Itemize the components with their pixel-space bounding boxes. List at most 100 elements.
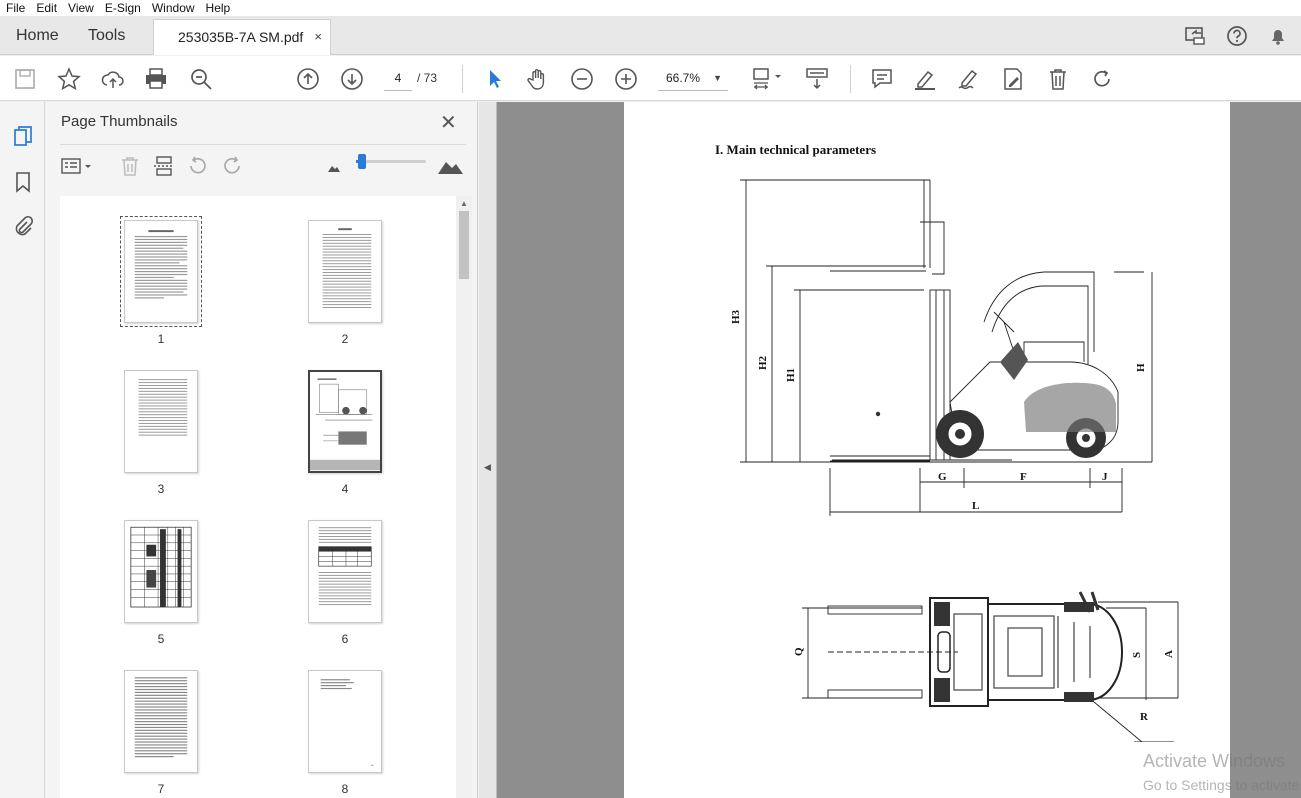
bookmark-star-icon[interactable] — [56, 66, 82, 92]
rotate-clockwise-pages-icon[interactable] — [220, 154, 244, 178]
bookmarks-icon[interactable] — [11, 170, 35, 194]
thumbnail-page-2[interactable] — [308, 220, 382, 323]
delete-trash-icon[interactable] — [1045, 66, 1071, 92]
next-page-icon[interactable] — [339, 66, 365, 92]
smaller-thumbnails-icon[interactable] — [322, 154, 346, 178]
print-icon[interactable] — [143, 66, 169, 92]
dimension-label-j: J — [1102, 471, 1108, 483]
zoom-level-select[interactable]: 66.7% ▼ — [658, 66, 728, 91]
page-heading: I. Main technical parameters — [715, 142, 877, 157]
thumbnail-page-label: 1 — [157, 332, 165, 346]
thumbnail-size-slider[interactable] — [356, 160, 426, 163]
rotate-counterclockwise-icon[interactable] — [186, 154, 210, 178]
dimension-label-h1: H1 — [785, 368, 797, 382]
pdf-page: I. Main technical parameters H3 H2 H1 H … — [624, 102, 1230, 798]
thumbnail-page-label: 6 — [341, 632, 349, 646]
zoom-in-icon[interactable] — [613, 66, 639, 92]
dimension-label-r: R — [1140, 711, 1149, 723]
save-icon[interactable] — [12, 66, 38, 92]
zoom-level-value: 66.7% — [666, 71, 701, 85]
collapse-arrow-icon: ◀ — [484, 462, 491, 472]
main-toolbar: 4 / 73 66.7% ▼ — [0, 56, 1301, 101]
thumbnail-page-7[interactable] — [124, 670, 198, 773]
select-cursor-icon[interactable] — [482, 66, 508, 92]
tab-tools[interactable]: Tools — [88, 16, 125, 55]
thumbnail-page-label: 3 — [157, 482, 165, 496]
document-tab-title: 253035B-7A SM.pdf — [178, 29, 304, 45]
dimension-label-g: G — [938, 471, 947, 483]
help-icon[interactable] — [1225, 24, 1249, 48]
toolbar-divider — [462, 65, 463, 93]
thumbnail-options-icon[interactable] — [60, 154, 96, 178]
close-panel-icon[interactable]: ✕ — [440, 110, 457, 135]
upload-cloud-icon[interactable] — [100, 66, 126, 92]
comment-icon[interactable] — [869, 66, 895, 92]
menu-window[interactable]: Window — [146, 1, 200, 15]
notification-bell-icon[interactable] — [1266, 24, 1290, 48]
dimension-label-q: Q — [794, 647, 805, 656]
delete-pages-icon[interactable] — [118, 154, 142, 178]
menu-file[interactable]: File — [0, 1, 30, 15]
forklift-side-view-drawing: H3 H2 H1 H G F J L — [730, 179, 1153, 516]
thumbnail-page-label: 4 — [341, 482, 349, 496]
dimension-label-a: A — [1163, 650, 1175, 658]
thumbnail-page-label: 7 — [157, 782, 165, 796]
scroll-up-arrow-icon[interactable]: ▲ — [460, 199, 468, 208]
thumbnail-page-3[interactable] — [124, 370, 198, 473]
tab-document[interactable]: 253035B-7A SM.pdf × — [153, 19, 331, 55]
zoom-search-icon[interactable] — [188, 66, 214, 92]
page-thumbnails-panel: Page Thumbnails ✕ 1 2 3 4 5 6 7 8 ▲ — [46, 102, 478, 798]
draw-freehand-icon[interactable] — [956, 66, 982, 92]
share-screen-icon[interactable] — [1183, 24, 1207, 48]
thumbnail-toolbar — [60, 144, 466, 184]
dimension-label-f: F — [1020, 471, 1027, 483]
collapse-panel-handle[interactable]: ◀ — [479, 102, 497, 798]
thumbnail-scrollbar[interactable]: ▲ — [456, 196, 472, 798]
tab-home[interactable]: Home — [16, 16, 59, 55]
toolbar-divider — [850, 65, 851, 93]
forklift-top-view-drawing: Q S A R — [794, 591, 1179, 742]
chevron-down-icon: ▼ — [713, 73, 722, 83]
insert-pages-icon[interactable] — [152, 154, 176, 178]
thumbnail-page-label: 2 — [341, 332, 349, 346]
dimension-label-s: S — [1131, 652, 1143, 658]
tab-bar: Home Tools 253035B-7A SM.pdf × — [0, 16, 1301, 55]
scrollbar-thumb[interactable] — [459, 211, 469, 279]
activate-windows-watermark: Activate Windows — [1143, 751, 1286, 771]
thumbnail-list: 1 2 3 4 5 6 7 8 — [60, 196, 456, 798]
dimension-label-h2: H2 — [757, 355, 769, 370]
thumbnail-page-4[interactable] — [308, 370, 382, 473]
dimension-label-h: H — [1135, 363, 1147, 372]
thumbnail-page-label: 8 — [341, 782, 349, 796]
highlight-pen-icon[interactable] — [912, 66, 938, 92]
thumbnail-page-6[interactable] — [308, 520, 382, 623]
larger-thumbnails-icon[interactable] — [436, 154, 464, 178]
thumbnail-page-8[interactable] — [308, 670, 382, 773]
page-thumbnails-icon[interactable] — [11, 124, 35, 148]
activate-windows-watermark-subtext: Go to Settings to activate Windows. — [1143, 777, 1301, 793]
previous-page-icon[interactable] — [295, 66, 321, 92]
close-tab-icon[interactable]: × — [314, 20, 322, 54]
menu-edit[interactable]: Edit — [30, 1, 62, 15]
hand-tool-icon[interactable] — [525, 66, 551, 92]
page-fit-icon[interactable] — [751, 66, 785, 92]
thumbnail-page-label: 5 — [157, 632, 165, 646]
rotate-clockwise-icon[interactable] — [1089, 66, 1115, 92]
menu-help[interactable]: Help — [200, 1, 236, 15]
menu-view[interactable]: View — [62, 1, 99, 15]
menu-bar: File Edit View E-Sign Window Help — [0, 0, 1301, 16]
thumbnail-page-5[interactable] — [124, 520, 198, 623]
page-number-input[interactable]: 4 — [384, 66, 412, 91]
panel-title: Page Thumbnails — [61, 113, 178, 130]
thumbnail-page-1[interactable] — [120, 216, 202, 327]
zoom-out-icon[interactable] — [569, 66, 595, 92]
navigation-rail — [0, 102, 45, 798]
menu-esign[interactable]: E-Sign — [99, 1, 146, 15]
dimension-label-h3: H3 — [730, 309, 742, 324]
attachments-paperclip-icon[interactable] — [11, 215, 35, 239]
edit-pdf-icon[interactable] — [1000, 66, 1026, 92]
page-total: / 73 — [417, 71, 438, 85]
thumbnail-size-slider-handle[interactable] — [358, 154, 366, 169]
dimension-label-l: L — [972, 500, 979, 512]
scroll-mode-icon[interactable] — [804, 66, 830, 92]
